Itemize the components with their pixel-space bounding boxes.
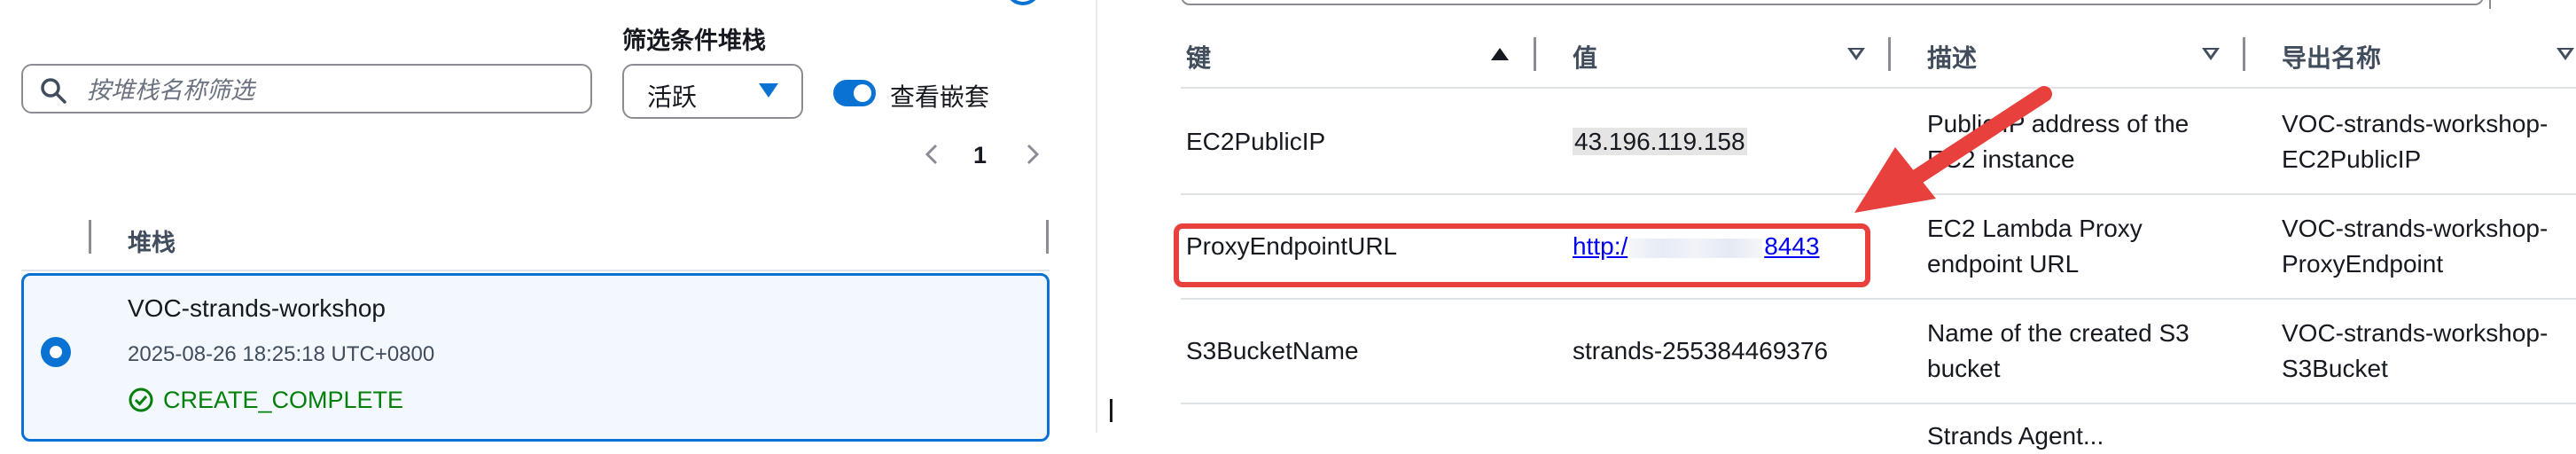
output-description: EC2 Lambda Proxy endpoint URL <box>1927 211 2143 282</box>
output-key: EC2PublicIP <box>1186 128 1326 155</box>
sort-descending-icon[interactable] <box>2202 48 2220 60</box>
desc-line: bucket <box>1927 355 2001 382</box>
header-description[interactable]: 描述 <box>1927 39 1977 74</box>
export-line: VOC-strands-workshop- <box>2282 319 2549 347</box>
sort-descending-icon[interactable] <box>1847 48 1865 60</box>
page-number[interactable]: 1 <box>973 142 987 169</box>
stack-radio-selected[interactable] <box>41 337 71 367</box>
stack-timestamp: 2025-08-26 18:25:18 UTC+0800 <box>128 342 435 366</box>
export-line: ProxyEndpoint <box>2282 250 2444 278</box>
row-divider <box>1181 298 2576 300</box>
filter-stack-label: 筛选条件堆栈 <box>622 27 766 54</box>
column-separator[interactable] <box>1888 37 1891 71</box>
output-value: 43.196.119.158 <box>1573 124 1747 160</box>
toggle-knob <box>854 84 871 102</box>
check-circle-icon <box>129 387 153 412</box>
desc-line: endpoint URL <box>1927 250 2080 278</box>
output-export-name: VOC-strands-workshop- EC2PublicIP <box>2282 106 2548 177</box>
search-icon <box>41 78 66 104</box>
export-line: S3Bucket <box>2282 355 2388 382</box>
column-separator[interactable] <box>2243 37 2245 71</box>
desc-line: Name of the created S3 <box>1927 319 2190 347</box>
column-separator[interactable] <box>1046 220 1049 254</box>
output-description: Name of the created S3 bucket <box>1927 316 2190 387</box>
ip-value: 43.196.119.158 <box>1573 128 1747 155</box>
stack-list-panel: 筛选条件堆栈 活跃 查看嵌套 1 堆栈 VOC-strands-workshop… <box>0 0 1096 442</box>
column-separator <box>89 220 91 254</box>
stack-name[interactable]: VOC-strands-workshop <box>128 294 386 323</box>
annotation-highlight-box <box>1174 223 1870 287</box>
output-value: strands-255384469376 <box>1573 337 1829 364</box>
output-export-name: VOC-strands-workshop- ProxyEndpoint <box>2282 211 2548 282</box>
chevron-right-icon[interactable] <box>1019 142 1044 167</box>
column-separator[interactable] <box>1534 37 1536 71</box>
output-description: Strands Agent... <box>1927 422 2104 450</box>
stack-search-input[interactable] <box>85 73 567 108</box>
stack-status: CREATE_COMPLETE <box>163 387 404 413</box>
red-arrow-icon <box>1854 86 2052 213</box>
caret-down-icon <box>759 83 778 98</box>
header-divider <box>21 270 1050 271</box>
panel-divider <box>1096 0 1097 433</box>
resize-handle[interactable] <box>1110 399 1112 422</box>
sort-ascending-icon[interactable] <box>1491 48 1509 60</box>
header-export-name[interactable]: 导出名称 <box>2282 39 2381 74</box>
export-line: EC2PublicIP <box>2282 145 2422 173</box>
export-line: VOC-strands-workshop- <box>2282 215 2549 242</box>
output-key: S3BucketName <box>1186 337 1359 364</box>
toolbar-separator <box>2489 0 2491 9</box>
header-value[interactable]: 值 <box>1573 39 1597 74</box>
radio-dot <box>50 346 62 358</box>
export-line: VOC-strands-workshop- <box>2282 110 2549 137</box>
outputs-search-field[interactable] <box>1181 0 2484 5</box>
status-filter-value: 活跃 <box>647 83 698 111</box>
output-export-name: VOC-strands-workshop- S3Bucket <box>2282 316 2548 387</box>
row-divider <box>1181 403 2576 404</box>
sort-descending-icon[interactable] <box>2556 48 2574 60</box>
stack-column-header[interactable]: 堆栈 <box>128 223 176 258</box>
nested-toggle[interactable] <box>833 80 876 106</box>
nested-toggle-label: 查看嵌套 <box>890 83 990 111</box>
status-filter-select[interactable]: 活跃 <box>622 64 803 119</box>
chevron-left-icon[interactable] <box>920 142 945 167</box>
header-key[interactable]: 键 <box>1186 39 1211 74</box>
info-icon[interactable] <box>1005 0 1041 5</box>
stack-search-field[interactable] <box>21 64 592 114</box>
